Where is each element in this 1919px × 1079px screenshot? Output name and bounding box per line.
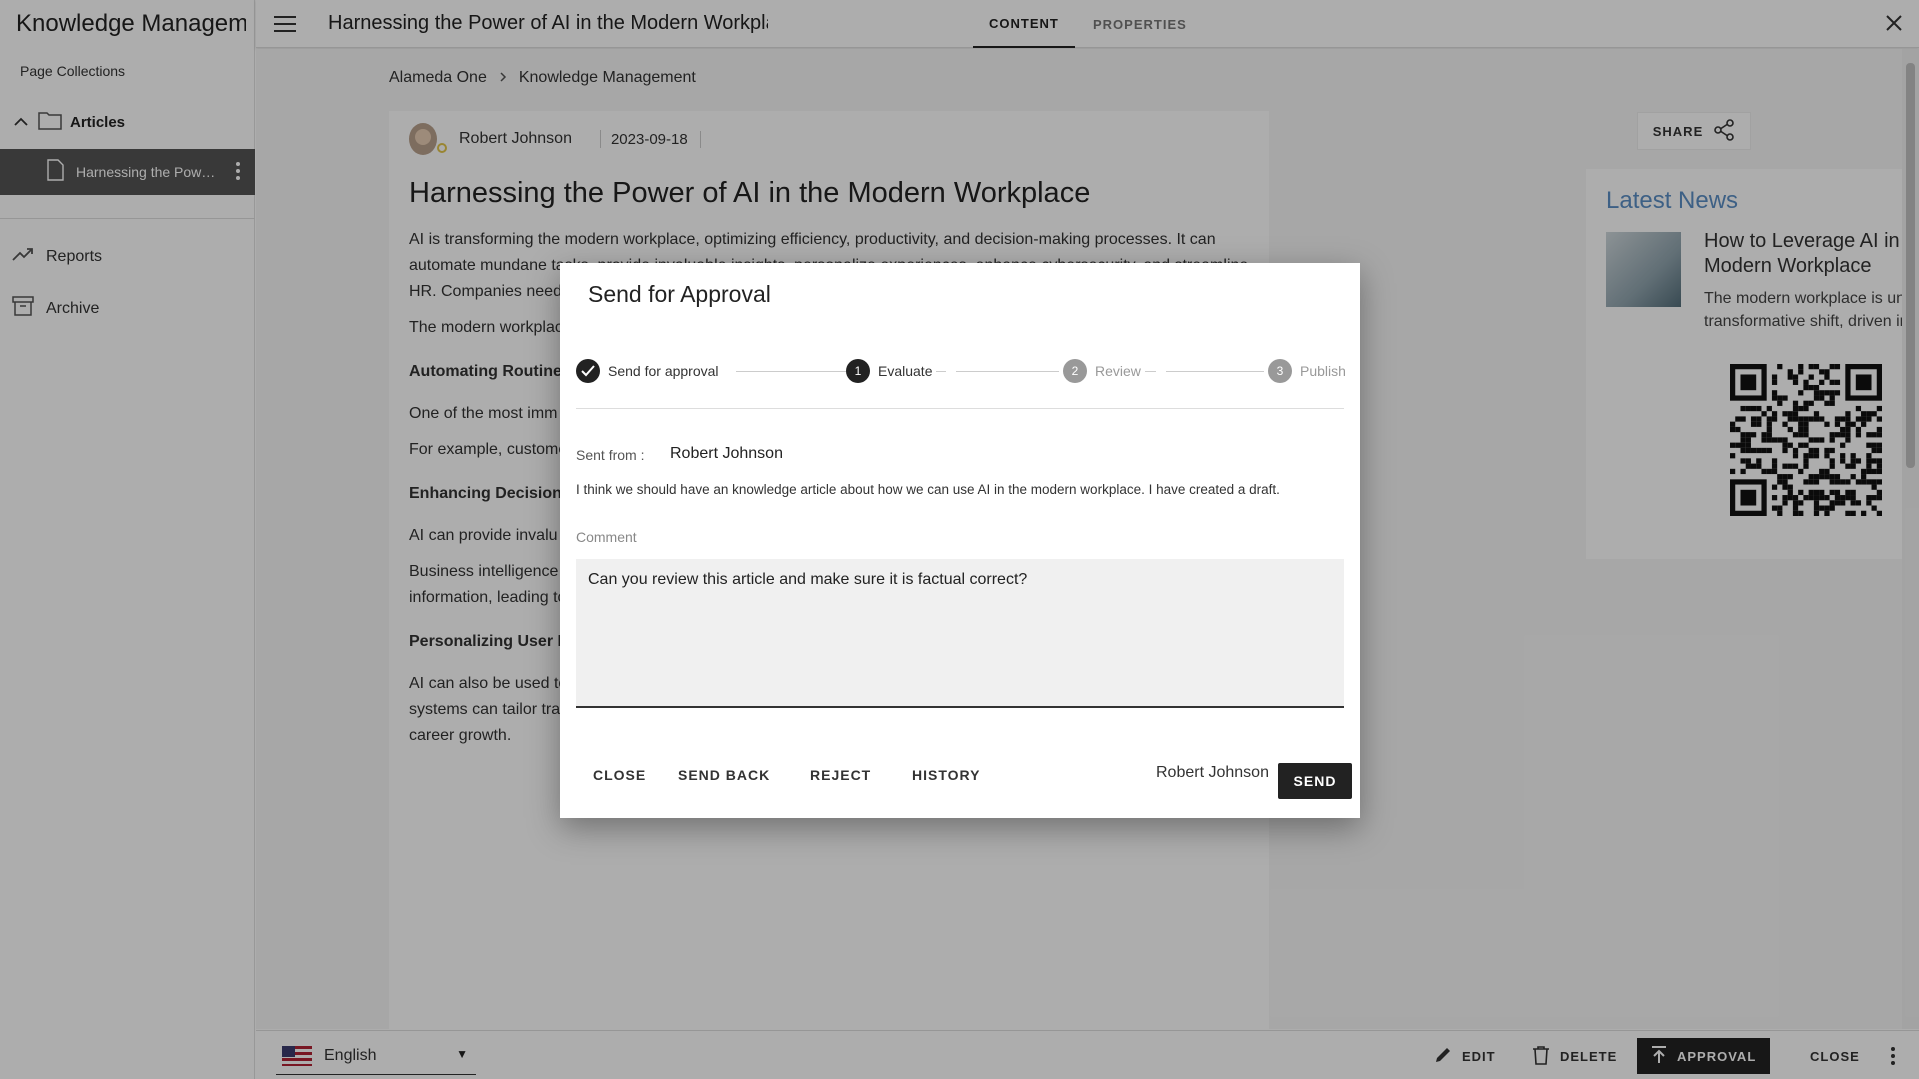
dialog-title: Send for Approval	[588, 281, 771, 307]
reject-button[interactable]: REJECT	[810, 767, 871, 783]
app-window: Knowledge Management Page Collections Ar…	[0, 0, 1919, 1079]
send-for-approval-dialog: Send for Approval Send for approval 1 Ev…	[560, 263, 1360, 818]
approval-stepper: Send for approval 1 Evaluate 2 Review 3 …	[576, 359, 1350, 389]
sent-from-value: Robert Johnson	[670, 445, 783, 462]
step-send-for-approval[interactable]: Send for approval	[576, 359, 723, 383]
send-button[interactable]: SEND	[1278, 763, 1352, 799]
step-evaluate[interactable]: 1 Evaluate	[846, 359, 937, 383]
step-label: Publish	[1300, 363, 1346, 379]
comment-textarea[interactable]: Can you review this article and make sur…	[576, 559, 1344, 708]
recipient-name[interactable]: Robert Johnson	[1156, 764, 1269, 782]
send-back-button[interactable]: SEND BACK	[678, 767, 770, 783]
dialog-divider	[576, 408, 1344, 409]
sent-from-label: Sent from :	[576, 447, 645, 463]
step-publish[interactable]: 3 Publish	[1264, 359, 1350, 383]
request-message: I think we should have an knowledge arti…	[576, 482, 1280, 497]
check-icon	[576, 359, 600, 383]
step-number: 1	[846, 359, 870, 383]
step-label: Review	[1095, 363, 1141, 379]
dialog-close-button[interactable]: CLOSE	[593, 767, 646, 783]
comment-label: Comment	[576, 529, 637, 545]
step-number: 2	[1063, 359, 1087, 383]
history-button[interactable]: HISTORY	[912, 767, 980, 783]
step-label: Send for approval	[608, 363, 719, 379]
step-number: 3	[1268, 359, 1292, 383]
step-review[interactable]: 2 Review	[1059, 359, 1145, 383]
step-label: Evaluate	[878, 363, 933, 379]
